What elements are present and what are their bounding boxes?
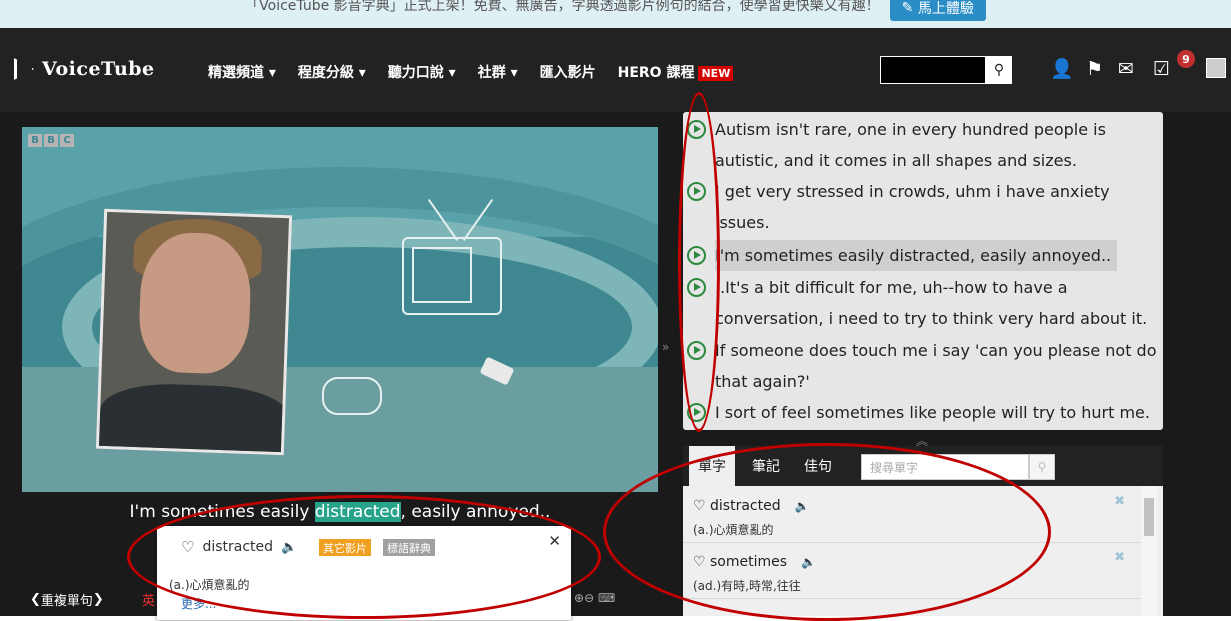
next-icon[interactable]: ❯ (93, 592, 104, 607)
transcript-text: conversation, i need to try to think ver… (715, 309, 1148, 328)
repeat-label: 重複單句 (40, 594, 93, 609)
transcript-text: I sort of feel sometimes like people wil… (715, 403, 1150, 422)
nav-hero-label: HERO 課程 (617, 65, 695, 81)
transcript-text: I'm sometimes easily distracted, easily … (715, 240, 1118, 271)
new-badge: NEW (698, 66, 734, 81)
expand-arrow-icon[interactable]: » (662, 340, 669, 354)
nav-community[interactable]: 社群 ▾ (478, 62, 518, 82)
boy-shirt (98, 381, 290, 456)
tv-screen (412, 247, 472, 303)
delete-icon[interactable]: ✖ (1114, 550, 1125, 565)
language-toggle[interactable]: 英 (142, 590, 155, 609)
search-icon[interactable]: ⚲ (1029, 454, 1055, 480)
tv-drawing (402, 237, 502, 315)
navbar: VoiceTube 精選頻道 ▾ 程度分級 ▾ 聽力口說 ▾ 社群 ▾ 匯入影片… (0, 28, 1231, 112)
search-input[interactable] (880, 56, 986, 84)
nav-menu: 精選頻道 ▾ 程度分級 ▾ 聽力口說 ▾ 社群 ▾ 匯入影片 HERO 課程 NE… (208, 62, 755, 82)
transcript-text: autistic, and it comes in all shapes and… (715, 151, 1077, 170)
nav-import-video[interactable]: 匯入影片 (540, 62, 596, 82)
prev-icon[interactable]: ❮ (30, 592, 41, 607)
edit-icon: ✎ (901, 0, 918, 16)
logo-play-icon (14, 58, 34, 80)
notification-badge: 9 (1177, 50, 1195, 68)
transcript-text: ..It's a bit difficult for me, uh--how t… (715, 278, 1068, 297)
transcript-panel: Autism isn't rare, one in every hundred … (683, 112, 1163, 430)
transcript-text: Autism isn't rare, one in every hundred … (715, 120, 1106, 139)
annotation-ellipse-popup (127, 495, 601, 619)
nav-listening-speaking[interactable]: 聽力口說 ▾ (388, 62, 456, 82)
keyboard-icon[interactable]: ⌨ (598, 591, 615, 605)
annotation-ellipse-play-icons (678, 92, 720, 432)
nav-level[interactable]: 程度分級 ▾ (298, 62, 366, 82)
bbc-letter: B (44, 134, 58, 147)
delete-icon[interactable]: ✖ (1114, 494, 1125, 509)
logo-text: VoiceTube (42, 58, 155, 80)
flag-icon[interactable]: ⚑ (1086, 58, 1103, 80)
transcript-text: I get very stressed in crowds, uhm i hav… (715, 182, 1110, 201)
bbc-logo: B B C (28, 134, 76, 147)
video-player[interactable]: B B C (22, 127, 658, 492)
nav-hero-course[interactable]: HERO 課程 NEW (618, 62, 734, 82)
bbc-letter: B (28, 134, 42, 147)
zoom-controls[interactable]: ⊕⊖ ⌨ (574, 591, 615, 605)
banner-try-button[interactable]: ✎ 馬上體驗 (889, 0, 986, 21)
boy-face (137, 231, 253, 375)
search-icon: ⚲ (993, 62, 1005, 78)
bbc-letter: C (60, 134, 74, 147)
zoom-in-icon[interactable]: ⊕ (574, 591, 584, 605)
avatar[interactable] (1206, 58, 1226, 78)
annotation-ellipse-word-list (603, 443, 1051, 621)
banner-try-label: 馬上體驗 (917, 1, 974, 17)
transcript-text: issues. (715, 213, 770, 232)
zoom-out-icon[interactable]: ⊖ (584, 591, 594, 605)
checklist-icon[interactable]: ☑ (1153, 58, 1170, 80)
nav-featured-channels[interactable]: 精選頻道 ▾ (208, 62, 276, 82)
boy-photo (95, 208, 293, 456)
announcement-banner: 「VoiceTube 影音字典」正式上架！免費、無廣告，字典透過影片例句的結合，… (0, 0, 1231, 28)
mail-icon[interactable]: ✉ (1118, 58, 1134, 80)
search-button[interactable]: ⚲ (986, 56, 1012, 84)
transcript-text: If someone does touch me i say 'can you … (715, 341, 1157, 360)
user-icon[interactable]: 👤 (1050, 58, 1074, 80)
repeat-sentence-control[interactable]: ❮ 重複單句 ❯ (30, 590, 104, 609)
scroll-thumb[interactable] (1144, 498, 1154, 536)
scrollbar[interactable] (1141, 486, 1157, 616)
transcript-text: that again?' (715, 372, 810, 391)
banner-text: 「VoiceTube 影音字典」正式上架！免費、無廣告，字典透過影片例句的結合，… (245, 0, 880, 14)
gamepad-drawing (322, 377, 382, 415)
logo[interactable]: VoiceTube (14, 58, 155, 80)
